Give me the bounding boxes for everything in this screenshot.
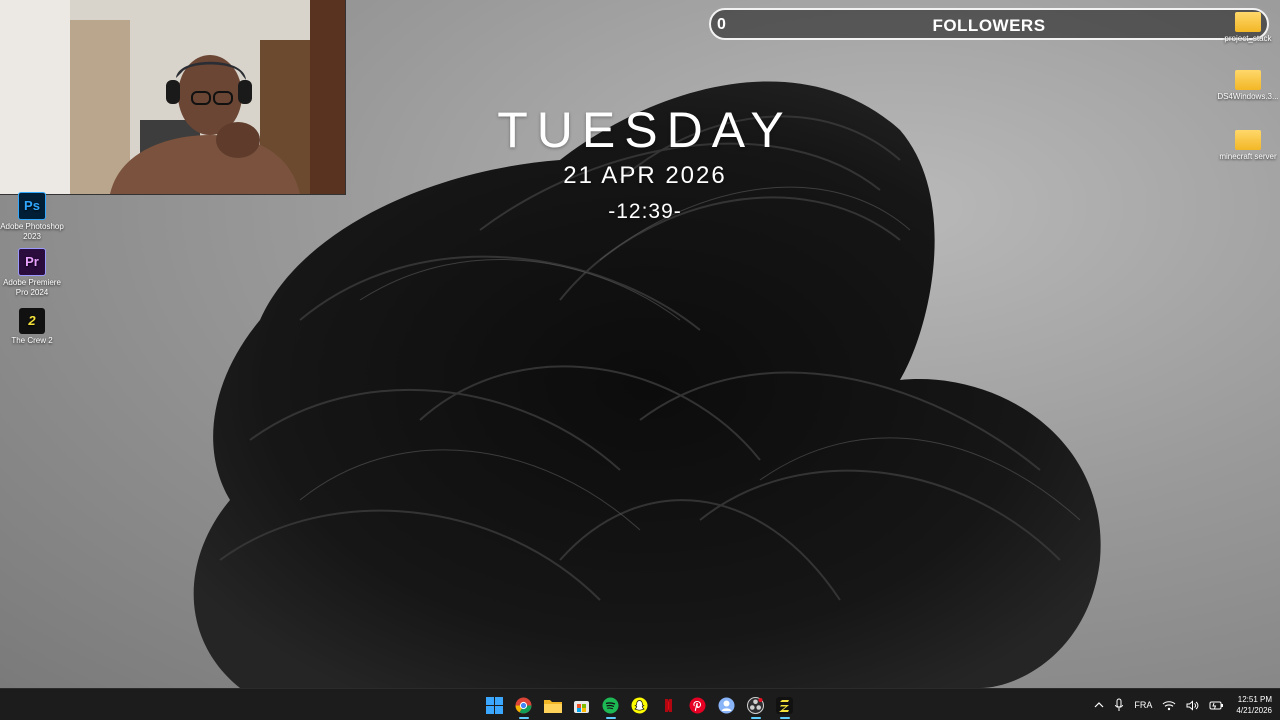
desktop: 0 FOLLOWERS 50 TUESDAY 21 APR 2026 -12:3… xyxy=(0,0,1280,688)
chrome-icon xyxy=(515,697,532,713)
taskbar-time: 12:51 PM xyxy=(1237,695,1272,704)
desktop-icon-label: Adobe Photoshop 2023 xyxy=(0,222,64,241)
the-crew-2-icon: 2 xyxy=(19,308,45,334)
taskbar-file-explorer[interactable] xyxy=(538,689,567,721)
followers-label: FOLLOWERS xyxy=(932,16,1046,35)
premiere-icon: Pr xyxy=(18,248,46,276)
webcam-feed-image xyxy=(0,0,345,194)
desktop-icon-photoshop[interactable]: Ps Adobe Photoshop 2023 xyxy=(0,192,64,242)
microphone-icon[interactable] xyxy=(1114,698,1124,712)
desktop-icon-ds4windows[interactable]: DS4Windows.3... xyxy=(1216,66,1280,102)
folder-icon xyxy=(543,699,562,713)
taskbar-chrome[interactable] xyxy=(509,689,538,721)
store-icon xyxy=(574,700,589,713)
clock-date: 21 APR 2026 xyxy=(563,162,727,189)
battery-icon[interactable] xyxy=(1209,700,1224,711)
system-tray: FRA 12:51 PM 4/21/2026 xyxy=(1084,689,1272,721)
taskbar-clock[interactable]: 12:51 PM 4/21/2026 xyxy=(1236,694,1272,716)
taskbar-chrome-profile[interactable] xyxy=(712,689,741,721)
taskbar-obs[interactable] xyxy=(741,689,770,721)
netflix-icon xyxy=(660,696,677,714)
taskbar: FRA 12:51 PM 4/21/2026 xyxy=(0,688,1280,720)
pinterest-icon xyxy=(689,697,706,713)
obs-icon xyxy=(747,696,764,714)
desktop-icon-premiere[interactable]: Pr Adobe Premiere Pro 2024 xyxy=(0,248,64,298)
wifi-icon[interactable] xyxy=(1162,700,1176,711)
clock-time: -12:39- xyxy=(608,200,682,223)
taskbar-spotify[interactable] xyxy=(596,689,625,721)
folder-icon xyxy=(1235,130,1261,150)
taskbar-start-button[interactable] xyxy=(480,689,509,721)
desktop-icon-label: minecraft server xyxy=(1219,152,1277,161)
folder-icon xyxy=(1235,12,1261,32)
folder-icon xyxy=(1235,70,1261,90)
clock-day: TUESDAY xyxy=(497,102,793,158)
desktop-icon-the-crew-2[interactable]: 2 The Crew 2 xyxy=(0,308,64,346)
taskbar-snapchat[interactable] xyxy=(625,689,654,721)
volume-icon[interactable] xyxy=(1186,699,1199,711)
spotify-icon xyxy=(602,697,619,713)
chrome-profile-icon xyxy=(718,697,735,713)
desktop-icon-label: Adobe Premiere Pro 2024 xyxy=(3,278,61,297)
language-indicator[interactable]: FRA xyxy=(1134,700,1152,710)
taskbar-apps xyxy=(480,689,799,721)
followers-goal-bar: 0 FOLLOWERS 50 xyxy=(709,8,1269,40)
taskbar-netflix[interactable] xyxy=(654,689,683,721)
desktop-icon-project-stack[interactable]: project_stack xyxy=(1216,8,1280,44)
photoshop-icon: Ps xyxy=(18,192,46,220)
taskbar-the-crew-2[interactable] xyxy=(770,689,799,721)
snapchat-icon xyxy=(631,697,648,713)
windows-icon xyxy=(486,696,503,714)
chevron-up-icon[interactable] xyxy=(1094,701,1104,709)
taskbar-store[interactable] xyxy=(567,689,596,721)
taskbar-pinterest[interactable] xyxy=(683,689,712,721)
taskbar-date: 4/21/2026 xyxy=(1236,706,1272,715)
clock-widget: TUESDAY 21 APR 2026 -12:39- xyxy=(445,100,845,224)
desktop-icon-minecraft-server[interactable]: minecraft server xyxy=(1216,126,1280,162)
desktop-icon-label: project_stack xyxy=(1224,34,1272,43)
desktop-icon-label: DS4Windows.3... xyxy=(1217,92,1279,101)
crew-icon xyxy=(776,696,793,714)
desktop-icon-label: The Crew 2 xyxy=(11,336,53,345)
webcam-overlay xyxy=(0,0,346,195)
